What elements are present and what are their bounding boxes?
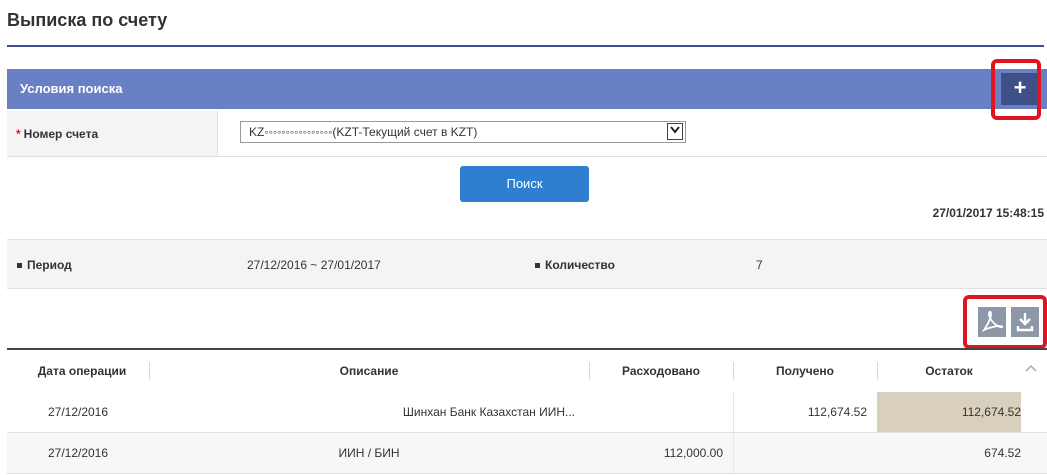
bullet-icon <box>17 263 22 269</box>
cell-balance: 112,674.52 <box>877 392 1021 432</box>
scroll-up-icon[interactable] <box>1024 361 1038 375</box>
period-label: Период <box>17 258 72 272</box>
column-header-description[interactable]: Описание <box>149 364 589 378</box>
cell-received <box>733 433 867 473</box>
cell-description: ИИН / БИН <box>338 446 400 460</box>
account-select-value: KZ◦◦◦◦◦◦◦◦◦◦◦◦◦◦◦◦(KZT-Текущий счет в KZ… <box>249 125 478 139</box>
cell-balance: 674.52 <box>984 446 1021 460</box>
pdf-export-button[interactable] <box>978 307 1006 337</box>
search-conditions-header: Условия поиска <box>7 69 1047 109</box>
account-row: * Номер счета KZ◦◦◦◦◦◦◦◦◦◦◦◦◦◦◦◦(KZT-Теку… <box>7 111 1047 157</box>
column-header-balance[interactable]: Остаток <box>877 364 1021 378</box>
bullet-icon <box>535 263 540 269</box>
table-row[interactable]: 27/12/2016 Шинхан Банк Казахстан ИИН... … <box>7 392 1047 433</box>
account-select[interactable]: KZ◦◦◦◦◦◦◦◦◦◦◦◦◦◦◦◦(KZT-Текущий счет в KZ… <box>240 121 686 143</box>
table-header: Дата операции Описание Расходовано Получ… <box>7 348 1047 394</box>
download-icon <box>1016 313 1034 332</box>
period-value: 27/12/2016 ~ 27/01/2017 <box>247 258 381 272</box>
table-row[interactable]: 27/12/2016 ИИН / БИН 112,000.00 674.52 <box>7 433 1047 474</box>
chevron-down-icon[interactable] <box>667 123 683 140</box>
pdf-icon <box>981 310 1004 333</box>
cell-description: Шинхан Банк Казахстан ИИН... <box>402 405 575 419</box>
summary-row: Период 27/12/2016 ~ 27/01/2017 Количеств… <box>7 239 1047 289</box>
cell-spent <box>589 392 723 432</box>
search-conditions-title: Условия поиска <box>20 81 123 96</box>
count-label: Количество <box>535 258 615 272</box>
required-mark: * <box>16 127 21 141</box>
count-value: 7 <box>756 258 763 272</box>
timestamp: 27/01/2017 15:48:15 <box>932 206 1044 220</box>
page-title: Выписка по счету <box>7 10 168 30</box>
account-label-text: Номер счета <box>23 127 99 141</box>
column-header-received[interactable]: Получено <box>733 364 877 378</box>
search-button[interactable]: Поиск <box>460 166 589 202</box>
cell-spent: 112,000.00 <box>663 446 723 460</box>
cell-date: 27/12/2016 <box>47 405 109 419</box>
account-label: * Номер счета <box>16 127 98 141</box>
cell-date: 27/12/2016 <box>47 446 109 460</box>
download-button[interactable] <box>1011 307 1039 337</box>
period-label-text: Период <box>27 258 72 272</box>
column-header-date[interactable]: Дата операции <box>7 364 157 378</box>
column-header-spent[interactable]: Расходовано <box>589 364 733 378</box>
account-label-cell: * Номер счета <box>7 111 218 156</box>
title-divider <box>7 45 1044 47</box>
cell-received: 112,674.52 <box>807 405 867 419</box>
count-label-text: Количество <box>545 258 615 272</box>
